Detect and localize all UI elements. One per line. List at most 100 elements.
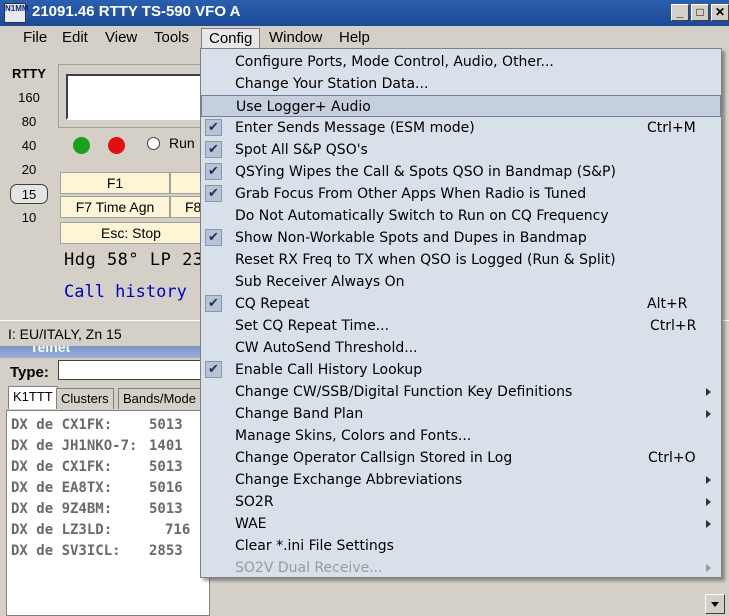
list-item[interactable]: DX de EA8TX: 5016: [11, 480, 183, 496]
menu-item-label: SO2R: [235, 494, 274, 510]
scroll-down-icon[interactable]: [705, 594, 725, 614]
f8-button[interactable]: F8: [170, 196, 202, 218]
band-button-15[interactable]: 15: [10, 184, 48, 204]
menu-item-15[interactable]: Change CW/SSB/Digital Function Key Defin…: [201, 381, 721, 403]
band-button-80[interactable]: 80: [10, 112, 48, 132]
app-logo-icon: N1MM: [4, 3, 29, 23]
menu-item-label: Enable Call History Lookup: [235, 362, 423, 378]
list-item[interactable]: DX de 9Z4BM: 5013: [11, 501, 183, 517]
status-text: I: EU/ITALY, Zn 15: [8, 326, 122, 342]
tab-bands-mode[interactable]: Bands/Mode: [118, 388, 201, 409]
list-item[interactable]: DX de CX1FK: 5013: [11, 417, 183, 433]
telnet-title: Telnet: [30, 346, 71, 355]
menu-item-22[interactable]: Clear *.ini File Settings: [201, 535, 721, 557]
mode-label: RTTY: [12, 66, 46, 81]
chevron-right-icon: [706, 498, 711, 506]
shortcut-label: Ctrl+R: [650, 318, 697, 334]
menu-item-2[interactable]: Use Logger+ Audio: [201, 95, 721, 117]
menu-item-14[interactable]: ✔ Enable Call History Lookup: [201, 359, 721, 381]
f7-button[interactable]: F7 Time Agn: [60, 196, 170, 218]
f1-button[interactable]: F1: [60, 172, 170, 194]
menu-item-label: WAE: [235, 516, 267, 532]
type-label: Type:: [10, 364, 49, 381]
menu-item-10[interactable]: Sub Receiver Always On: [201, 271, 721, 293]
chevron-right-icon: [706, 410, 711, 418]
shortcut-label: Ctrl+O: [648, 450, 696, 466]
check-icon: ✔: [205, 163, 222, 180]
tab-k1ttt[interactable]: K1TTT: [8, 386, 58, 409]
menu-item-21[interactable]: WAE: [201, 513, 721, 535]
menu-item-label: CW AutoSend Threshold...: [235, 340, 418, 356]
list-item[interactable]: DX de CX1FK: 5013: [11, 459, 183, 475]
list-item[interactable]: DX de SV3ICL: 2853: [11, 543, 183, 559]
menu-config[interactable]: Config: [201, 28, 261, 50]
menu-item-23: SO2V Dual Receive...: [201, 557, 721, 579]
band-button-40[interactable]: 40: [10, 136, 48, 156]
esc-stop-button[interactable]: Esc: Stop: [60, 222, 202, 244]
menu-bar: File Edit View Tools Config Window Help: [0, 26, 729, 50]
menu-item-9[interactable]: Reset RX Freq to TX when QSO is Logged (…: [201, 249, 721, 271]
menu-item-1[interactable]: Change Your Station Data...: [201, 73, 721, 95]
menu-item-4[interactable]: ✔ Spot All S&P QSO's: [201, 139, 721, 161]
check-icon: ✔: [205, 229, 222, 246]
menu-item-label: Change Exchange Abbreviations: [235, 472, 463, 488]
band-button-20[interactable]: 20: [10, 160, 48, 180]
menu-item-label: Clear *.ini File Settings: [235, 538, 394, 554]
chevron-right-icon: [706, 388, 711, 396]
menu-item-label: Grab Focus From Other Apps When Radio is…: [235, 186, 587, 202]
menu-help[interactable]: Help: [332, 28, 377, 50]
menu-item-label: Manage Skins, Colors and Fonts...: [235, 428, 472, 444]
minimize-icon[interactable]: _: [671, 4, 689, 21]
menu-item-label: Set CQ Repeat Time...: [235, 318, 390, 334]
menu-item-label: Change CW/SSB/Digital Function Key Defin…: [235, 384, 573, 400]
menu-file[interactable]: File: [16, 28, 54, 50]
menu-item-5[interactable]: ✔ QSYing Wipes the Call & Spots QSO in Ba…: [201, 161, 721, 183]
f2-button[interactable]: [170, 172, 202, 194]
spot-list: DX de CX1FK: 5013 DX de JH1NKO-7: 1401 DX …: [6, 410, 210, 616]
check-icon: ✔: [205, 185, 222, 202]
run-radio-label: Run: [169, 135, 195, 151]
menu-view[interactable]: View: [98, 28, 144, 50]
menu-item-11[interactable]: ✔ CQ Repeat Alt+R: [201, 293, 721, 315]
menu-item-18[interactable]: Change Operator Callsign Stored in Log Ct…: [201, 447, 721, 469]
run-indicator-green-icon: [73, 137, 90, 154]
menu-item-6[interactable]: ✔ Grab Focus From Other Apps When Radio i…: [201, 183, 721, 205]
tab-clusters[interactable]: Clusters: [56, 388, 114, 409]
menu-item-label: Change Band Plan: [235, 406, 364, 422]
telnet-command-input[interactable]: [58, 360, 208, 380]
menu-edit[interactable]: Edit: [55, 28, 95, 50]
band-button-10[interactable]: 10: [10, 208, 48, 228]
telnet-title-bar: Telnet: [0, 346, 210, 358]
menu-item-8[interactable]: ✔ Show Non-Workable Spots and Dupes in Ba…: [201, 227, 721, 249]
list-item[interactable]: DX de JH1NKO-7: 1401: [11, 438, 183, 454]
callsign-input[interactable]: [66, 74, 208, 120]
title-bar: N1MM 21091.46 RTTY TS-590 VFO A _ □ ✕: [0, 0, 729, 26]
menu-window[interactable]: Window: [262, 28, 329, 50]
chevron-right-icon: [706, 564, 711, 572]
menu-item-label: Show Non-Workable Spots and Dupes in Ban…: [235, 230, 587, 246]
menu-item-20[interactable]: SO2R: [201, 491, 721, 513]
menu-item-17[interactable]: Manage Skins, Colors and Fonts...: [201, 425, 721, 447]
menu-item-0[interactable]: Configure Ports, Mode Control, Audio, Ot…: [201, 51, 721, 73]
close-icon[interactable]: ✕: [711, 4, 729, 21]
maximize-icon[interactable]: □: [691, 4, 709, 21]
menu-item-19[interactable]: Change Exchange Abbreviations: [201, 469, 721, 491]
list-item[interactable]: DX de LZ3LD: 716: [11, 522, 190, 538]
shortcut-label: Alt+R: [647, 296, 688, 312]
band-panel: 160 80 40 20 15 10: [4, 86, 50, 230]
menu-item-13[interactable]: CW AutoSend Threshold...: [201, 337, 721, 359]
menu-item-12[interactable]: Set CQ Repeat Time... Ctrl+R: [201, 315, 721, 337]
band-button-160[interactable]: 160: [10, 88, 48, 108]
menu-item-16[interactable]: Change Band Plan: [201, 403, 721, 425]
menu-item-3[interactable]: ✔ Enter Sends Message (ESM mode) Ctrl+M: [201, 117, 721, 139]
chevron-right-icon: [706, 520, 711, 528]
menu-item-label: QSYing Wipes the Call & Spots QSO in Ban…: [235, 164, 616, 180]
menu-item-label: Configure Ports, Mode Control, Audio, Ot…: [235, 54, 554, 70]
menu-tools[interactable]: Tools: [147, 28, 196, 50]
menu-item-7[interactable]: Do Not Automatically Switch to Run on CQ…: [201, 205, 721, 227]
menu-item-label: Sub Receiver Always On: [235, 274, 405, 290]
menu-item-label: Reset RX Freq to TX when QSO is Logged (…: [235, 252, 616, 268]
check-icon: ✔: [205, 361, 222, 378]
run-radio[interactable]: [147, 137, 160, 150]
window-title: 21091.46 RTTY TS-590 VFO A: [32, 3, 241, 20]
